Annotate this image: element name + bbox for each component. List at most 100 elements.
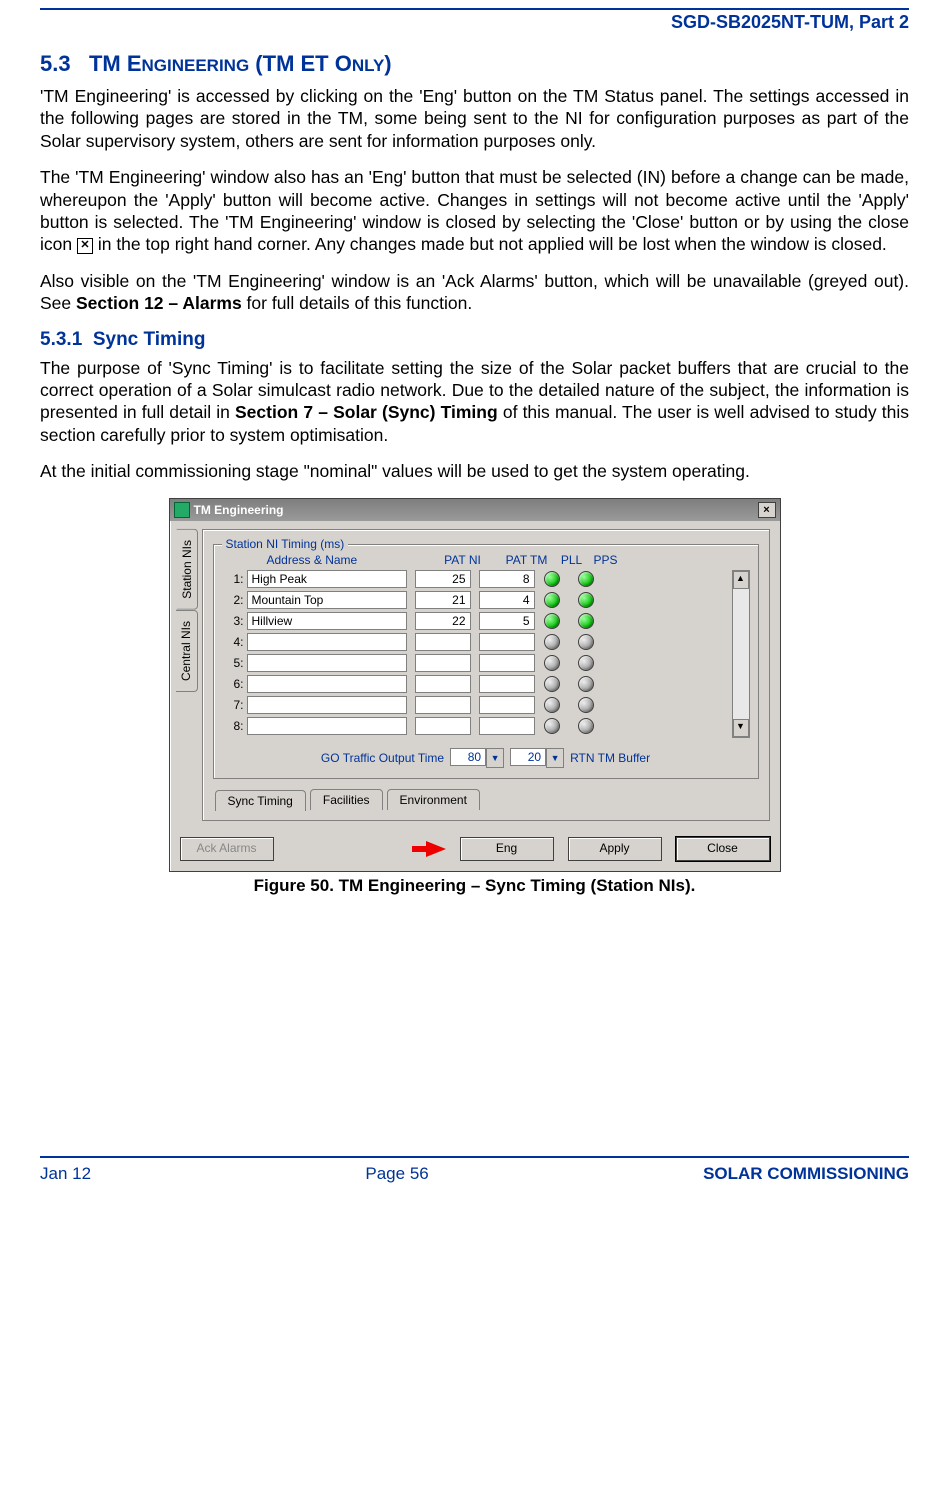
pat-tm-input[interactable] <box>479 654 535 672</box>
scroll-up-button[interactable]: ▲ <box>733 571 749 589</box>
go-traffic-combo[interactable]: 80 ▼ <box>450 748 504 768</box>
pat-ni-input[interactable] <box>415 654 471 672</box>
close-button[interactable]: Close <box>676 837 770 861</box>
row-index: 6: <box>222 677 247 691</box>
station-name-input[interactable] <box>247 654 407 672</box>
hdr-pat-tm: PAT TM <box>499 553 555 567</box>
pll-led <box>544 676 560 692</box>
pat-ni-input[interactable]: 21 <box>415 591 471 609</box>
station-name-input[interactable] <box>247 633 407 651</box>
pll-led <box>544 634 560 650</box>
pat-ni-input[interactable] <box>415 696 471 714</box>
pat-ni-input[interactable]: 22 <box>415 612 471 630</box>
vtab-central-nis[interactable]: Central NIs <box>176 610 198 692</box>
rows-scrollbar[interactable]: ▲ ▼ <box>732 570 750 738</box>
pps-led <box>578 592 594 608</box>
station-row: 7: <box>222 696 726 714</box>
row-index: 1: <box>222 572 247 586</box>
station-row: 3:Hillview 22 5 <box>222 612 726 630</box>
tab-facilities[interactable]: Facilities <box>310 789 383 810</box>
row-index: 8: <box>222 719 247 733</box>
pat-tm-input[interactable] <box>479 675 535 693</box>
close-icon-inline: ✕ <box>77 238 93 254</box>
pll-led <box>544 613 560 629</box>
station-name-input[interactable]: High Peak <box>247 570 407 588</box>
rtn-tm-value[interactable]: 20 <box>510 748 546 766</box>
window-titlebar: TM Engineering × <box>170 499 780 521</box>
tm-engineering-window: TM Engineering × Station NIs Central NIs… <box>169 498 781 872</box>
vtab-station-nis[interactable]: Station NIs <box>176 529 198 610</box>
red-arrow-indicator <box>412 841 446 857</box>
row-index: 3: <box>222 614 247 628</box>
station-row: 2:Mountain Top214 <box>222 591 726 609</box>
scroll-down-button[interactable]: ▼ <box>733 719 749 737</box>
pat-ni-input[interactable] <box>415 717 471 735</box>
tab-sync-timing[interactable]: Sync Timing <box>215 790 306 811</box>
chevron-down-icon[interactable]: ▼ <box>546 748 564 768</box>
pps-led <box>578 634 594 650</box>
footer-section: SOLAR COMMISSIONING <box>703 1164 909 1184</box>
pat-ni-input[interactable] <box>415 675 471 693</box>
pat-tm-input[interactable]: 4 <box>479 591 535 609</box>
hdr-address-name: Address & Name <box>247 553 427 567</box>
app-icon <box>174 502 190 518</box>
station-row: 6: <box>222 675 726 693</box>
subsection-number: 5.3.1 <box>40 329 82 350</box>
station-row: 8: <box>222 717 726 735</box>
section-number: 5.3 <box>40 51 71 76</box>
subsection-title: Sync Timing <box>93 329 206 350</box>
station-ni-timing-group: Station NI Timing (ms) Address & Name PA… <box>213 544 759 779</box>
footer-date: Jan 12 <box>40 1164 91 1184</box>
station-name-input[interactable] <box>247 717 407 735</box>
rtn-tm-combo[interactable]: 20 ▼ <box>510 748 564 768</box>
go-traffic-label: GO Traffic Output Time <box>321 751 444 765</box>
pat-tm-input[interactable] <box>479 696 535 714</box>
station-row: 5: <box>222 654 726 672</box>
para-1: 'TM Engineering' is accessed by clicking… <box>40 85 909 152</box>
pat-tm-input[interactable] <box>479 717 535 735</box>
pps-led <box>578 676 594 692</box>
go-traffic-value[interactable]: 80 <box>450 748 486 766</box>
chevron-down-icon[interactable]: ▼ <box>486 748 504 768</box>
group-legend: Station NI Timing (ms) <box>222 537 349 551</box>
pll-led <box>544 655 560 671</box>
pat-ni-input[interactable] <box>415 633 471 651</box>
ack-alarms-button: Ack Alarms <box>180 837 274 861</box>
station-name-input[interactable]: Mountain Top <box>247 591 407 609</box>
pll-led <box>544 592 560 608</box>
para-4: The purpose of 'Sync Timing' is to facil… <box>40 357 909 447</box>
pat-tm-input[interactable]: 8 <box>479 570 535 588</box>
station-name-input[interactable]: Hillview <box>247 612 407 630</box>
figure-caption: Figure 50. TM Engineering – Sync Timing … <box>40 876 909 896</box>
section-title: TM ENGINEERING (TM ET ONLY) <box>89 51 392 76</box>
row-index: 7: <box>222 698 247 712</box>
pat-tm-input[interactable]: 5 <box>479 612 535 630</box>
station-row: 1:High Peak 25 8 <box>222 570 726 588</box>
pll-led <box>544 718 560 734</box>
pat-tm-input[interactable] <box>479 633 535 651</box>
column-headers: Address & Name PAT NI PAT TM PLL PPS <box>222 553 750 567</box>
apply-button[interactable]: Apply <box>568 837 662 861</box>
para-5: At the initial commissioning stage "nomi… <box>40 460 909 482</box>
hdr-pps: PPS <box>589 553 623 567</box>
pps-led <box>578 571 594 587</box>
window-close-button[interactable]: × <box>758 502 776 518</box>
section-heading: 5.3 TM ENGINEERING (TM ET ONLY) <box>40 51 909 77</box>
pll-led <box>544 571 560 587</box>
pps-led <box>578 718 594 734</box>
footer-page: Page 56 <box>365 1164 428 1184</box>
eng-button[interactable]: Eng <box>460 837 554 861</box>
station-name-input[interactable] <box>247 675 407 693</box>
hdr-pll: PLL <box>555 553 589 567</box>
doc-header: SGD-SB2025NT-TUM, Part 2 <box>40 10 909 37</box>
pll-led <box>544 697 560 713</box>
pps-led <box>578 697 594 713</box>
para-3: Also visible on the 'TM Engineering' win… <box>40 270 909 315</box>
tab-environment[interactable]: Environment <box>387 789 480 810</box>
pps-led <box>578 613 594 629</box>
station-name-input[interactable] <box>247 696 407 714</box>
pat-ni-input[interactable]: 25 <box>415 570 471 588</box>
row-index: 5: <box>222 656 247 670</box>
pps-led <box>578 655 594 671</box>
page-footer: Jan 12 Page 56 SOLAR COMMISSIONING <box>40 1156 909 1204</box>
